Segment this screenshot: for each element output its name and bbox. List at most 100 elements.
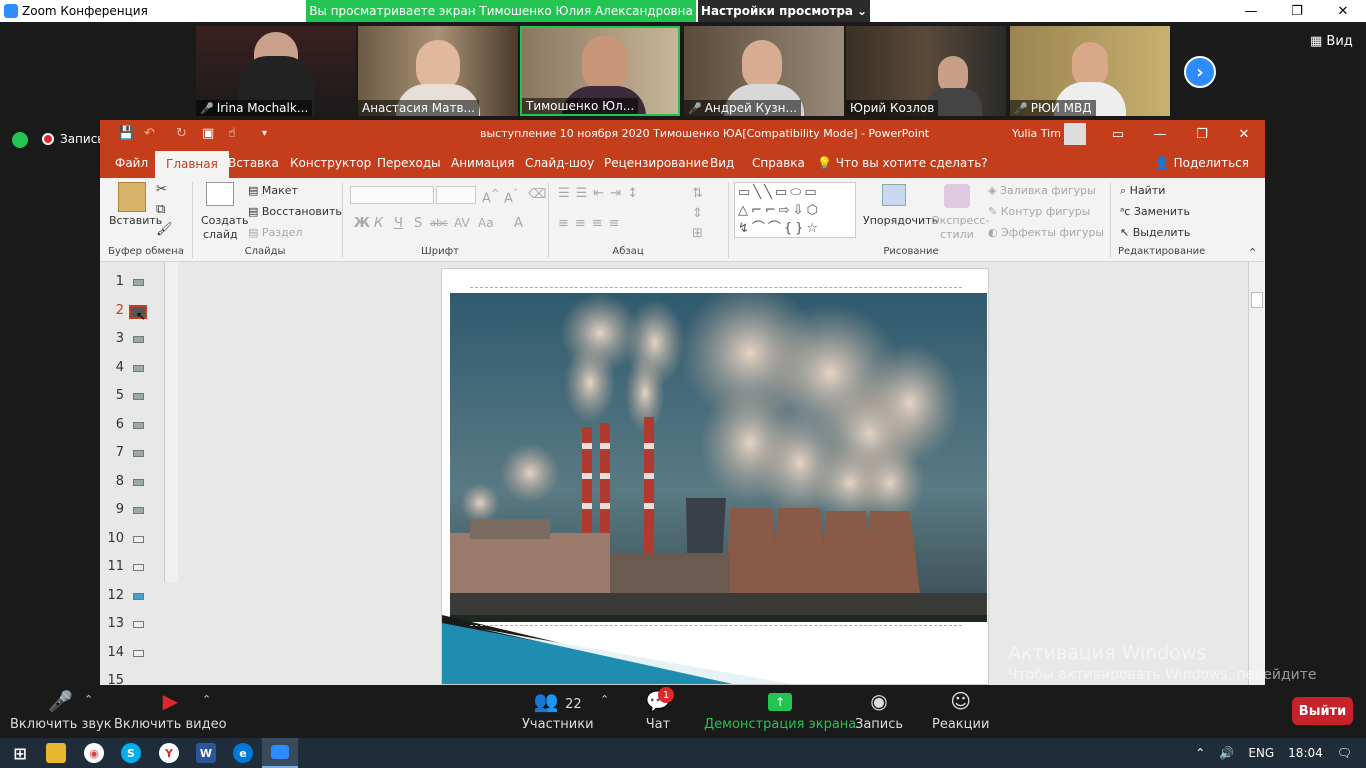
clock[interactable]: 18:04 [1288, 746, 1323, 760]
shape-effects-button[interactable]: ◐ Эффекты фигуры [988, 226, 1104, 239]
format-painter-icon[interactable]: 🖌 [156, 222, 173, 237]
arrange-icon[interactable] [882, 184, 906, 206]
char-spacing-icon[interactable]: AV [454, 216, 470, 230]
unmute-button[interactable]: 🎤 Включить звук [10, 685, 112, 738]
slide-number[interactable]: 13 [106, 616, 124, 631]
paste-button[interactable]: Вставить [109, 214, 162, 227]
tab-view[interactable]: Вид [699, 148, 745, 178]
view-options-button[interactable]: Настройки просмотра ⌄ [698, 0, 870, 22]
chrome-icon[interactable]: ◉ [84, 743, 104, 763]
align-icons[interactable]: ≡≡≡≡ [558, 216, 626, 231]
file-explorer-icon[interactable] [46, 743, 66, 763]
recording-indicator[interactable]: Запись [42, 132, 104, 146]
slide-number[interactable]: 6 [106, 417, 124, 432]
security-shield-icon[interactable] [12, 132, 28, 148]
slide-number[interactable]: 7 [106, 445, 124, 460]
yandex-browser-icon[interactable]: Y [159, 743, 179, 763]
slide-number[interactable]: 8 [106, 474, 124, 489]
layout-button[interactable]: ▤ Макет [248, 184, 298, 197]
new-slide-icon[interactable] [206, 182, 234, 206]
list-icons[interactable]: ☰☰⇤⇥↕ [558, 186, 644, 201]
share-screen-button[interactable]: ↑ Демонстрация экрана [704, 685, 856, 738]
share-button[interactable]: 👤 Поделиться [1155, 156, 1249, 170]
undo-icon[interactable]: ↶ [144, 126, 155, 141]
participant-tile[interactable]: 🎤 РЮИ МВД [1010, 26, 1170, 116]
collapse-ribbon-icon[interactable]: ⌃ [1248, 246, 1257, 259]
font-family-select[interactable] [350, 186, 434, 204]
arrange-button[interactable]: Упорядочить [863, 214, 938, 227]
participants-button[interactable]: 👥 22 Участники [522, 685, 594, 738]
language-indicator[interactable]: ENG [1248, 746, 1274, 760]
slide-number[interactable]: 14 [106, 645, 124, 660]
video-options-caret[interactable]: ⌃ [202, 693, 211, 706]
tab-slideshow[interactable]: Слайд-шоу [514, 148, 605, 178]
slide-thumbnail[interactable] [133, 365, 144, 372]
slide-number[interactable]: 11 [106, 559, 124, 574]
show-hidden-icons-icon[interactable]: ⌃ [1195, 746, 1205, 760]
slide-number[interactable]: 5 [106, 388, 124, 403]
close-button[interactable]: ✕ [1320, 0, 1366, 22]
underline-button[interactable]: Ч [394, 216, 403, 231]
change-case-icon[interactable]: Aa [478, 216, 494, 230]
slide-number[interactable]: 12 [106, 588, 124, 603]
quick-styles-button[interactable]: Экспресс- [932, 214, 989, 227]
text-direction-icon[interactable]: ⇅ [692, 186, 703, 201]
view-button[interactable]: ▦ Вид [1310, 34, 1353, 49]
tab-animations[interactable]: Анимация [440, 148, 525, 178]
tab-transitions[interactable]: Переходы [366, 148, 452, 178]
slide-thumbnail[interactable] [133, 650, 144, 657]
participant-tile[interactable]: Анастасия Матв... [358, 26, 518, 116]
power-plant-image[interactable] [450, 293, 987, 622]
participant-tile-speaking[interactable]: Тимошенко Юл... [520, 26, 680, 116]
audio-options-caret[interactable]: ⌃ [84, 693, 93, 706]
slide-number[interactable]: 9 [106, 502, 124, 517]
redo-icon[interactable]: ↻ [176, 126, 187, 141]
minimize-button[interactable]: — [1228, 0, 1274, 22]
slide-thumbnail[interactable] [133, 536, 144, 543]
smartart-icon[interactable]: ⊞ [692, 226, 703, 241]
ppt-user-name[interactable]: Yulia Tim [1012, 127, 1061, 140]
slide-thumbnail[interactable] [133, 336, 144, 343]
slide-thumbnail[interactable] [133, 507, 144, 514]
strikethrough-button[interactable]: abc [430, 218, 448, 229]
select-button[interactable]: ↖ Выделить [1120, 226, 1190, 239]
volume-icon[interactable]: 🔊 [1219, 746, 1234, 760]
slide-number[interactable]: 4 [106, 360, 124, 375]
slide-thumbnail[interactable] [133, 422, 144, 429]
shrink-font-icon[interactable]: Aˇ [504, 187, 518, 206]
zoom-taskbar-icon[interactable] [262, 738, 298, 768]
tab-help[interactable]: Справка [741, 148, 816, 178]
slide-number[interactable]: 1 [106, 274, 124, 289]
slide-canvas[interactable] [441, 268, 989, 685]
slide-thumbnail[interactable] [133, 279, 144, 286]
align-text-icon[interactable]: ⇕ [692, 206, 703, 221]
participant-tile[interactable]: 🎤 Irina Mochalk... [196, 26, 356, 116]
chat-button[interactable]: 💬 1 Чат [644, 685, 674, 738]
bold-button[interactable]: Ж [354, 216, 370, 231]
participants-options-caret[interactable]: ⌃ [600, 693, 609, 706]
reset-button[interactable]: ▤ Восстановить [248, 205, 342, 218]
slide-number-active[interactable]: 2 [106, 303, 124, 318]
restore-button[interactable]: ❐ [1274, 0, 1320, 22]
shape-outline-button[interactable]: ✎ Контур фигуры [988, 205, 1090, 218]
slide-scrollbar[interactable] [1248, 262, 1265, 685]
thumbnail-scrollbar[interactable] [164, 262, 178, 582]
participant-tile[interactable]: Юрий Козлов [846, 26, 1006, 116]
shadow-button[interactable]: S [414, 216, 422, 231]
shape-fill-button[interactable]: ◈ Заливка фигуры [988, 184, 1096, 197]
participant-tile[interactable]: 🎤 Андрей Кузн... [684, 26, 844, 116]
slide-number[interactable]: 15 [106, 673, 124, 685]
next-page-button[interactable]: › [1184, 56, 1216, 88]
slide-thumbnail[interactable] [133, 479, 144, 486]
avatar[interactable] [1064, 123, 1086, 145]
grow-font-icon[interactable]: A^ [482, 187, 500, 206]
tell-me-search[interactable]: 💡 Что вы хотите сделать? [806, 148, 999, 178]
cut-icon[interactable]: ✂ [156, 182, 167, 197]
word-icon[interactable]: W [196, 743, 216, 763]
font-color-icon[interactable]: A [514, 216, 523, 231]
customize-qat-icon[interactable]: ▾ [262, 128, 267, 139]
quick-styles-icon[interactable] [944, 184, 970, 208]
record-button[interactable]: ◉ Запись [855, 685, 903, 738]
new-slide-button[interactable]: Создать [201, 214, 249, 227]
ribbon-display-icon[interactable]: ▭ [1097, 120, 1139, 148]
